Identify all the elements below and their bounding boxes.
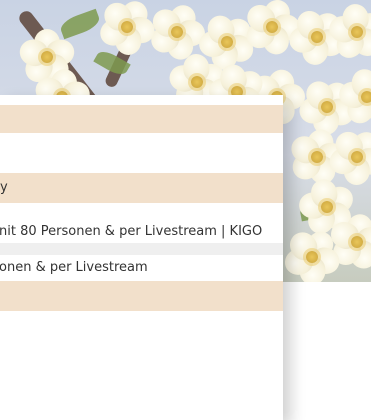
- blossom-center: [311, 151, 323, 163]
- blossom-center: [351, 151, 363, 163]
- result-item[interactable]: nit 80 Personen & per Livestream | KIGO: [0, 221, 283, 243]
- blossom-center: [311, 31, 323, 43]
- result-footer-band: [0, 281, 283, 311]
- blossom-center: [361, 91, 371, 103]
- result-title[interactable]: y: [0, 179, 8, 197]
- blossom-center: [121, 21, 133, 33]
- blossom-center: [41, 51, 53, 63]
- blossom-center: [171, 26, 183, 38]
- blossom: [337, 67, 371, 128]
- search-results-panel: y nit 80 Personen & per Livestream | KIG…: [0, 95, 283, 420]
- blossom: [326, 2, 371, 63]
- result-header-band: [0, 105, 283, 133]
- result-item[interactable]: onen & per Livestream: [0, 257, 283, 279]
- blossom-center: [321, 201, 333, 213]
- blossom: [96, 0, 158, 57]
- blossom-center: [266, 21, 278, 33]
- result-item[interactable]: y: [0, 173, 283, 203]
- blossom: [281, 226, 343, 282]
- blossom-center: [221, 36, 233, 48]
- row-divider: [0, 243, 283, 255]
- blossom-center: [351, 236, 363, 248]
- blossom: [326, 126, 371, 186]
- blossom-center: [306, 251, 318, 263]
- blossom: [146, 1, 207, 63]
- result-title[interactable]: onen & per Livestream: [0, 259, 148, 277]
- blossom-center: [321, 101, 333, 113]
- blossom-center: [351, 26, 363, 38]
- result-title[interactable]: nit 80 Personen & per Livestream | KIGO: [0, 223, 262, 241]
- blossom-center: [191, 76, 203, 88]
